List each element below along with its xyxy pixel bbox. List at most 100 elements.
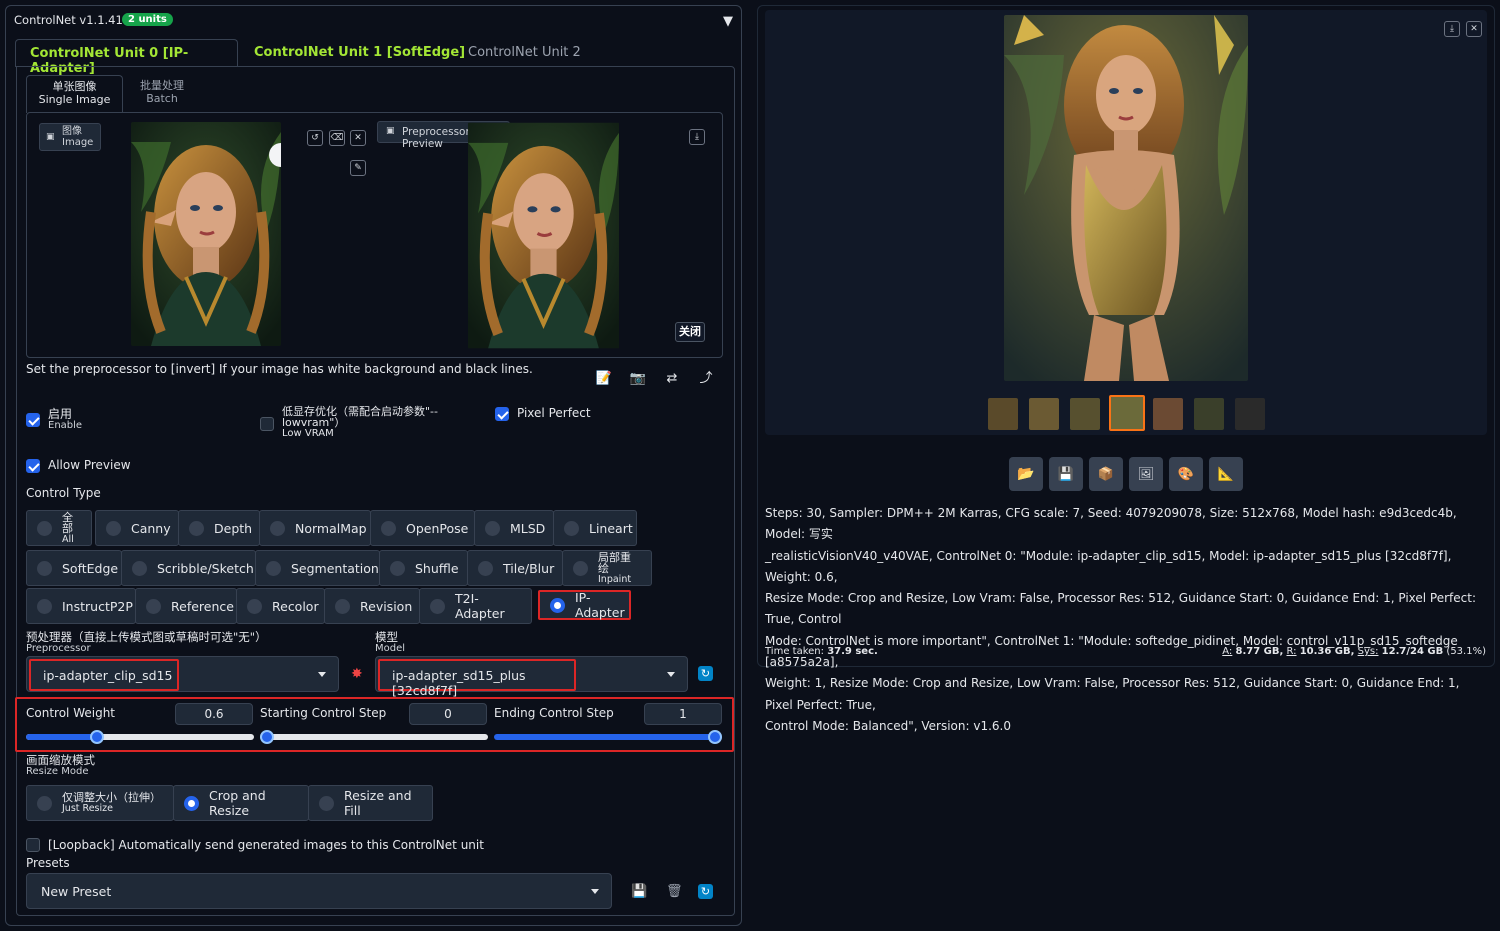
gallery-thumbnail-selected[interactable] — [1109, 395, 1145, 431]
preprocessor-dropdown[interactable]: ip-adapter_clip_sd15 — [26, 656, 339, 692]
starting-step-knob[interactable] — [260, 730, 274, 744]
starting-step-input[interactable]: 0 — [409, 703, 487, 725]
webcam-icon[interactable]: 📷 — [621, 371, 655, 386]
generated-image[interactable] — [1004, 15, 1248, 381]
new-canvas-icon[interactable]: 📝 — [587, 371, 621, 386]
ending-step-slider[interactable] — [494, 730, 722, 744]
download-icon[interactable]: ⤓ — [1444, 21, 1460, 37]
invert-hint: Set the preprocessor to [invert] If your… — [26, 362, 533, 376]
starting-step-slider[interactable] — [260, 730, 488, 744]
control-type-scribble[interactable]: Scribble/Sketch — [121, 550, 256, 586]
clear-image-icon[interactable]: ✕ — [350, 130, 366, 146]
preview-small-icon: ▣ — [386, 126, 395, 136]
control-type-ip-adapter[interactable]: IP-Adapter — [538, 590, 631, 620]
control-type-instructp2p[interactable]: InstructP2P — [26, 588, 136, 624]
allow-preview-check[interactable] — [26, 458, 40, 473]
control-type-tile-blur[interactable]: Tile/Blur — [467, 550, 563, 586]
mirror-icon[interactable]: ⇄ — [655, 371, 689, 386]
tab-single-image[interactable]: 单张图像 Single Image — [26, 75, 123, 113]
pixel-perfect-checkbox[interactable]: Pixel Perfect — [495, 406, 591, 421]
undo-icon[interactable]: ↺ — [307, 130, 323, 146]
enable-label: 启用 Enable — [48, 407, 83, 431]
control-type-recolor[interactable]: Recolor — [236, 588, 325, 624]
gallery-thumbnail[interactable] — [1070, 398, 1100, 430]
image-panel: ▣ 图像 Image ↺ ⌫ ✕ ✎ ▣ Preprocessor Previe… — [26, 112, 723, 358]
control-type-lineart[interactable]: Lineart — [553, 510, 637, 546]
control-type-segmentation[interactable]: Segmentation — [255, 550, 380, 586]
send-to-inpaint-button[interactable]: 🎨 — [1169, 457, 1203, 491]
chevron-down-icon — [667, 672, 675, 677]
resize-just-resize[interactable]: 仅调整大小（拉伸） Just Resize — [26, 785, 174, 821]
refresh-presets-icon[interactable]: ↻ — [698, 884, 713, 899]
enable-checkbox[interactable]: 启用 Enable — [26, 408, 82, 431]
info-line: Resize Mode: Crop and Resize, Low Vram: … — [765, 591, 1477, 627]
gallery-thumbnail[interactable] — [1029, 398, 1059, 430]
control-type-revision[interactable]: Revision — [324, 588, 420, 624]
tab-single-image-cn: 单张图像 — [52, 80, 97, 93]
tab-batch[interactable]: 批量处理 Batch — [127, 75, 197, 113]
control-type-mlsd[interactable]: MLSD — [474, 510, 554, 546]
preprocessor-label: 预处理器（直接上传模式图或草稿时可选"无"） Preprocessor — [26, 630, 267, 654]
collapse-toggle-icon[interactable]: ▼ — [723, 14, 733, 29]
info-line: _realisticVisionV40_v40VAE, ControlNet 0… — [765, 548, 1452, 584]
low-vram-check[interactable] — [260, 417, 274, 431]
control-weight-slider[interactable] — [26, 730, 254, 744]
control-type-t2i-adapter[interactable]: T2I-Adapter — [419, 588, 532, 624]
close-icon[interactable]: ✕ — [1466, 21, 1482, 37]
palette-icon: 🎨 — [1177, 466, 1195, 482]
control-type-inpaint[interactable]: 局部重绘 Inpaint — [562, 550, 652, 586]
gallery-thumbnail[interactable] — [988, 398, 1018, 430]
brush-icon[interactable]: ✎ — [350, 160, 366, 176]
control-type-softedge[interactable]: SoftEdge — [26, 550, 122, 586]
loopback-check[interactable] — [26, 838, 40, 852]
zip-button[interactable]: 📦 — [1089, 457, 1123, 491]
delete-preset-icon[interactable]: 🗑 — [666, 884, 683, 899]
download-icon[interactable]: ⤓ — [689, 129, 705, 145]
control-type-reference[interactable]: Reference — [135, 588, 237, 624]
slider-fill — [26, 734, 98, 740]
resize-and-fill[interactable]: Resize and Fill — [308, 785, 433, 821]
panel-title: ControlNet v1.1.410 — [14, 13, 131, 27]
control-type-normalmap[interactable]: NormalMap — [259, 510, 371, 546]
control-type-canny[interactable]: Canny — [95, 510, 179, 546]
model-dropdown[interactable]: ip-adapter_sd15_plus [32cd8f7f] — [375, 656, 688, 698]
control-type-all[interactable]: 全部 All — [26, 510, 92, 546]
allow-preview-checkbox[interactable]: Allow Preview — [26, 458, 131, 473]
units-badge: 2 units — [122, 13, 173, 26]
refresh-models-icon[interactable]: ↻ — [698, 666, 713, 681]
info-line: Weight: 1, Resize Mode: Crop and Resize,… — [765, 676, 1460, 712]
tab-unit-2[interactable]: ControlNet Unit 2 — [454, 39, 595, 67]
control-type-shuffle[interactable]: Shuffle — [379, 550, 468, 586]
tab-batch-en: Batch — [146, 92, 178, 105]
control-weight-input[interactable]: 0.6 — [175, 703, 253, 725]
preview-label-text: Preprocessor Preview — [402, 126, 470, 150]
save-button[interactable]: 💾 — [1049, 457, 1083, 491]
control-type-label: Control Type — [26, 486, 101, 500]
ending-step-knob[interactable] — [708, 730, 722, 744]
allow-preview-label: Allow Preview — [48, 458, 131, 472]
input-image[interactable] — [131, 122, 281, 346]
enable-check[interactable] — [26, 412, 40, 427]
presets-label: Presets — [26, 856, 70, 870]
pixel-perfect-check[interactable] — [495, 406, 509, 421]
close-preview-button[interactable]: 关闭 — [675, 322, 705, 342]
ending-step-input[interactable]: 1 — [644, 703, 722, 725]
control-type-depth[interactable]: Depth — [178, 510, 260, 546]
resize-crop-and-resize[interactable]: Crop and Resize — [173, 785, 309, 821]
run-preprocessor-icon[interactable]: ✸ — [351, 666, 363, 682]
tab-unit-0[interactable]: ControlNet Unit 0 [IP-Adapter] — [15, 39, 238, 76]
memory-stats: A: 8.77 GB, R: 10.36 GB, Sys: 12.7/24 GB… — [1222, 646, 1486, 657]
send-dimensions-icon[interactable]: ⤴ — [689, 367, 723, 386]
resize-mode-label: 画面缩放模式 Resize Mode — [26, 753, 95, 777]
erase-icon[interactable]: ⌫ — [329, 130, 345, 146]
open-folder-button[interactable]: 📂 — [1009, 457, 1043, 491]
gallery-thumbnail[interactable] — [1153, 398, 1183, 430]
save-preset-icon[interactable]: 💾 — [631, 884, 647, 899]
tab-unit-1[interactable]: ControlNet Unit 1 [SoftEdge] — [240, 39, 479, 67]
control-type-openpose[interactable]: OpenPose — [370, 510, 475, 546]
send-to-img2img-button[interactable]: 🖼 — [1129, 457, 1163, 491]
gallery-thumbnail[interactable] — [1194, 398, 1224, 430]
gallery-thumbnail[interactable] — [1235, 398, 1265, 430]
send-to-extras-button[interactable]: 📐 — [1209, 457, 1243, 491]
presets-dropdown[interactable]: New Preset — [26, 873, 612, 909]
